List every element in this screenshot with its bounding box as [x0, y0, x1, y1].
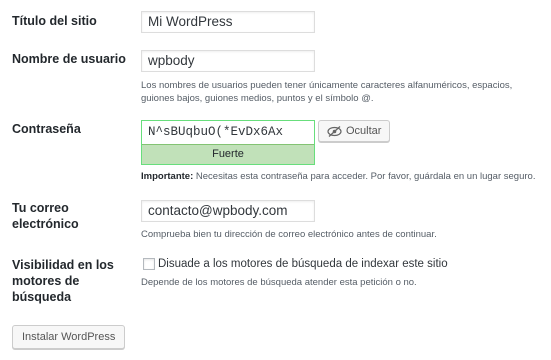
- email-label: Tu correo electrónico: [12, 201, 79, 231]
- visibility-label: Visibilidad en los motores de búsqueda: [12, 258, 114, 304]
- eye-slash-icon: [327, 125, 342, 137]
- hide-password-label: Ocultar: [346, 125, 382, 137]
- important-label: Importante:: [141, 171, 194, 182]
- password-important-note: Importante: Necesitas esta contraseña pa…: [141, 170, 541, 183]
- username-input[interactable]: wpbody: [141, 50, 315, 72]
- hide-password-button[interactable]: Ocultar: [318, 120, 391, 142]
- password-field: N^sBUqbuO(*EvDx6Ax Fuerte: [141, 120, 315, 165]
- site-title-input[interactable]: Mi WordPress: [141, 11, 315, 33]
- important-text: Necesitas esta contraseña para acceder. …: [193, 171, 536, 182]
- username-description: Los nombres de usuarios pueden tener úni…: [141, 80, 513, 104]
- visibility-checkbox[interactable]: [143, 258, 155, 270]
- password-strength-meter: Fuerte: [142, 144, 314, 164]
- install-wordpress-button[interactable]: Instalar WordPress: [12, 325, 126, 349]
- password-label: Contraseña: [12, 122, 81, 136]
- email-input[interactable]: contacto@wpbody.com: [141, 200, 315, 222]
- visibility-description: Depende de los motores de búsqueda atend…: [141, 277, 417, 288]
- visibility-checkbox-label[interactable]: Disuade a los motores de búsqueda de ind…: [158, 257, 448, 271]
- password-input[interactable]: N^sBUqbuO(*EvDx6Ax: [142, 121, 314, 144]
- username-label: Nombre de usuario: [12, 52, 126, 66]
- email-description: Comprueba bien tu dirección de correo el…: [141, 229, 437, 240]
- site-title-label: Título del sitio: [12, 14, 97, 28]
